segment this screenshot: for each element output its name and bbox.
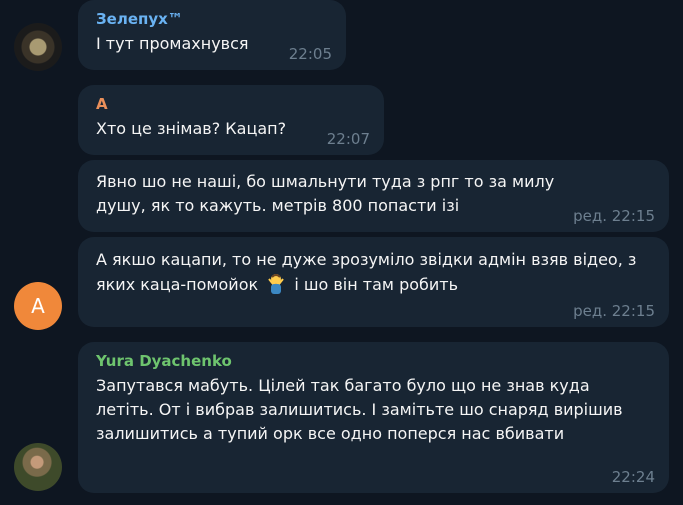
message-time: 22:05 <box>288 45 332 63</box>
message-time: ред. 22:15 <box>573 302 655 320</box>
sender-name[interactable]: Yura Dyachenko <box>96 350 639 372</box>
message-time: 22:07 <box>326 130 370 148</box>
message-bubble[interactable]: Yura Dyachenko Запутався мабуть. Цілей т… <box>78 342 669 493</box>
message-text: Явно шо не наші, бо шмальнути туда з рпг… <box>96 172 555 215</box>
message-bubble[interactable]: Явно шо не наші, бо шмальнути туда з рпг… <box>78 160 669 232</box>
message-time: 22:24 <box>611 468 655 486</box>
avatar-a[interactable]: A <box>14 282 62 330</box>
message-bubble[interactable]: A Хто це знімав? Кацап? 22:07 <box>78 85 384 155</box>
message-bubble[interactable]: Зелепух™ І тут промахнувся 22:05 <box>78 0 346 70</box>
message-text-part: і шо він там робить <box>294 275 459 294</box>
message-time: ред. 22:15 <box>573 207 655 225</box>
message-text: А якшо кацапи, то не дуже зрозуміло звід… <box>96 248 639 297</box>
message-bubble[interactable]: А якшо кацапи, то не дуже зрозуміло звід… <box>78 237 669 327</box>
sender-name[interactable]: Зелепух™ <box>96 8 332 30</box>
avatar-zelepukh[interactable] <box>14 23 62 71</box>
sender-name[interactable]: A <box>96 93 370 115</box>
message-text: Запутався мабуть. Цілей так багато було … <box>96 376 623 443</box>
person-shrugging-emoji <box>268 274 285 294</box>
avatar-yura-dyachenko[interactable] <box>14 443 62 491</box>
avatar-letter: A <box>31 294 45 318</box>
